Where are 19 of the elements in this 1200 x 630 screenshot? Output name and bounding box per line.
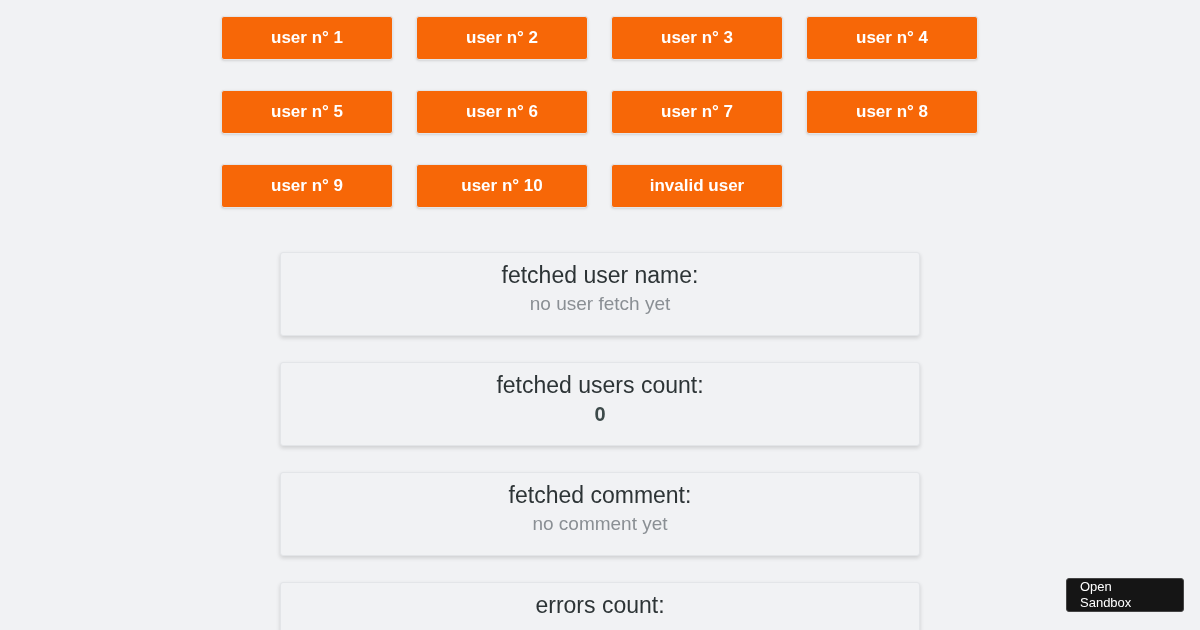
card-title: fetched user name: xyxy=(501,261,699,289)
card-value: 0 xyxy=(594,402,606,427)
card-value: no comment yet xyxy=(532,512,668,536)
user-button[interactable]: user n° 6 xyxy=(416,90,588,134)
card-value: no user fetch yet xyxy=(529,292,671,316)
card-title: fetched comment: xyxy=(508,481,692,509)
user-button[interactable]: user n° 5 xyxy=(221,90,393,134)
user-button[interactable]: invalid user xyxy=(611,164,783,208)
user-button[interactable]: user n° 7 xyxy=(611,90,783,134)
user-button[interactable]: user n° 3 xyxy=(611,16,783,60)
user-button[interactable]: user n° 8 xyxy=(806,90,978,134)
user-button[interactable]: user n° 10 xyxy=(416,164,588,208)
user-button[interactable]: user n° 4 xyxy=(806,16,978,60)
card-title: errors count: xyxy=(535,591,665,619)
user-button[interactable]: user n° 9 xyxy=(221,164,393,208)
user-button[interactable]: user n° 2 xyxy=(416,16,588,60)
card-title: fetched users count: xyxy=(496,371,704,399)
open-sandbox-button[interactable]: Open Sandbox xyxy=(1066,578,1184,612)
user-button[interactable]: user n° 1 xyxy=(221,16,393,60)
